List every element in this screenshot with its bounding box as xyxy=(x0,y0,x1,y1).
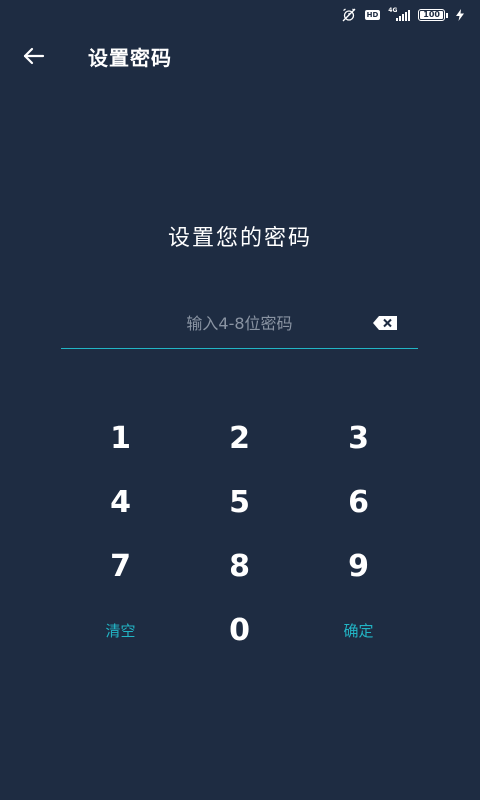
key-3[interactable]: 3 xyxy=(299,406,418,470)
pin-input-container xyxy=(61,300,418,349)
app-bar: 设置密码 xyxy=(0,30,480,82)
key-2[interactable]: 2 xyxy=(180,406,299,470)
key-9[interactable]: 9 xyxy=(299,534,418,598)
delete-button[interactable] xyxy=(372,314,398,332)
numeric-keypad: 1 2 3 4 5 6 7 8 9 清空 0 确定 xyxy=(61,406,418,662)
password-input[interactable] xyxy=(61,300,418,346)
network-type-label: 4G xyxy=(388,6,398,14)
key-5[interactable]: 5 xyxy=(180,470,299,534)
key-7[interactable]: 7 xyxy=(61,534,180,598)
alarm-off-icon xyxy=(341,8,357,22)
battery-level: 100 xyxy=(420,11,443,19)
hd-voice-icon: HD xyxy=(364,10,381,20)
key-1[interactable]: 1 xyxy=(61,406,180,470)
key-8[interactable]: 8 xyxy=(180,534,299,598)
clear-button[interactable]: 清空 xyxy=(61,598,180,662)
page-title: 设置密码 xyxy=(88,45,172,70)
confirm-button[interactable]: 确定 xyxy=(299,598,418,662)
back-button[interactable] xyxy=(10,32,58,80)
key-6[interactable]: 6 xyxy=(299,470,418,534)
status-bar: HD 4G 100 xyxy=(0,0,480,30)
backspace-icon xyxy=(373,316,397,330)
instruction-heading: 设置您的密码 xyxy=(167,226,312,251)
charging-icon xyxy=(456,9,464,21)
battery-icon: 100 xyxy=(418,9,448,21)
arrow-left-icon xyxy=(23,47,45,65)
signal-strength-icon: 4G xyxy=(388,6,411,21)
key-4[interactable]: 4 xyxy=(61,470,180,534)
key-0[interactable]: 0 xyxy=(180,598,299,662)
set-password-screen: HD 4G 100 设置密码 设置您的密码 1 2 3 4 5 6 7 8 9 … xyxy=(0,0,480,800)
